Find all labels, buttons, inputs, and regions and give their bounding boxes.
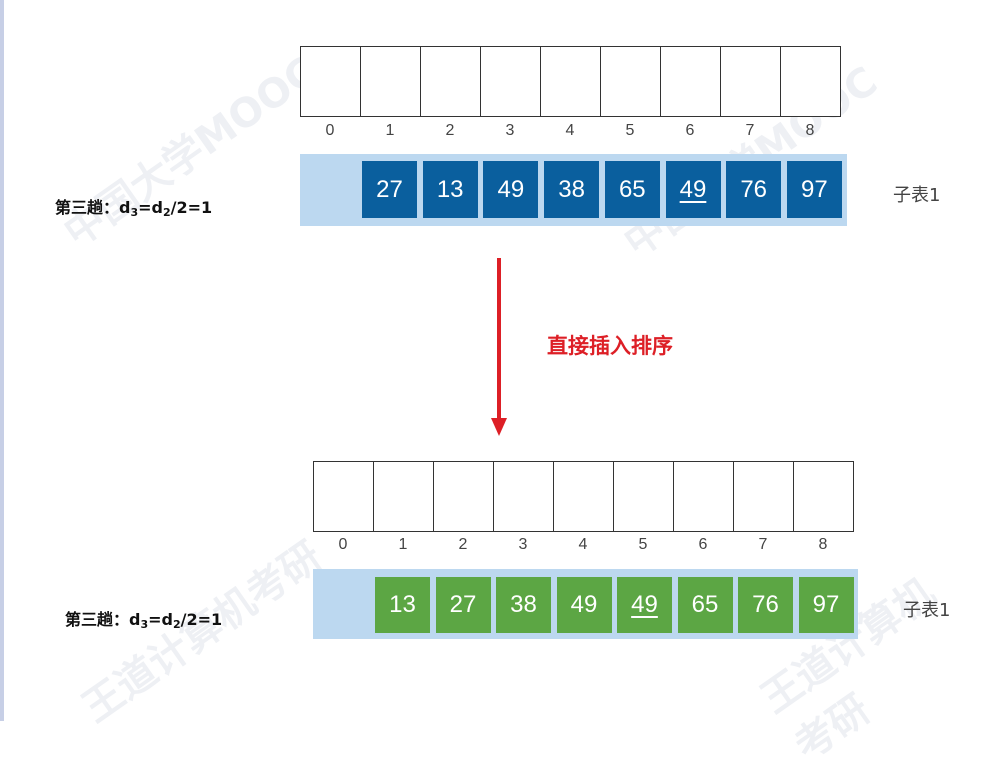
array-cell	[793, 461, 854, 532]
array-cell	[780, 46, 841, 117]
value-tile: 76	[726, 161, 782, 218]
down-arrow-line	[497, 258, 501, 423]
index-label: 2	[458, 536, 468, 553]
value-tile: 97	[798, 577, 854, 633]
top-pass-label: 第三趟：d3=d2/2=1	[55, 194, 212, 219]
d-symbol: d	[119, 198, 131, 217]
top-array-cells	[300, 46, 841, 117]
bottom-array-cells	[313, 461, 854, 532]
index-label: 3	[505, 122, 515, 139]
tile-value: 38	[510, 591, 537, 618]
index-label: 2	[445, 122, 455, 139]
subscript-3: 3	[140, 618, 149, 631]
tile-value: 65	[618, 175, 646, 203]
array-cell	[613, 461, 674, 532]
index-label: 4	[578, 536, 588, 553]
equals-d: =d	[148, 610, 173, 629]
tile-value: 27	[449, 591, 477, 618]
tile-value: 13	[436, 175, 464, 203]
subscript-3: 3	[130, 206, 139, 219]
bottom-index-row: 0 1 2 3 4 5 6 7 8	[313, 536, 853, 554]
tile-value: 27	[376, 175, 403, 203]
tile-value: 38	[558, 175, 585, 203]
tile-value: 97	[812, 591, 840, 618]
index-label: 6	[685, 122, 695, 139]
value-tile: 65	[604, 161, 660, 218]
array-cell	[540, 46, 601, 117]
index-label: 4	[565, 122, 575, 139]
index-label: 8	[818, 536, 828, 553]
array-cell	[553, 461, 614, 532]
value-tile: 49	[617, 577, 672, 633]
index-label: 5	[625, 122, 635, 139]
index-label: 0	[325, 122, 335, 139]
pass-title: 第三趟：	[65, 610, 130, 629]
operation-label: 直接插入排序	[547, 334, 673, 358]
index-label: 7	[758, 536, 768, 553]
value-tile: 27	[435, 577, 491, 633]
array-cell	[480, 46, 541, 117]
value-tile: 49	[665, 161, 721, 218]
value-tile: 38	[544, 161, 600, 218]
top-sublist-label: 子表1	[893, 185, 941, 206]
array-cell	[600, 46, 661, 117]
value-tile: 27	[362, 161, 417, 218]
bottom-pass-label: 第三趟：d3=d2/2=1	[65, 606, 222, 631]
array-cell	[493, 461, 554, 532]
index-label: 1	[398, 536, 408, 553]
down-arrow-head-icon	[491, 418, 507, 436]
tile-value: 97	[801, 175, 828, 203]
index-label: 6	[698, 536, 708, 553]
value-tile: 65	[677, 577, 733, 633]
tile-value: 49	[679, 175, 707, 203]
value-tile: 13	[375, 577, 430, 633]
index-label: 8	[805, 122, 815, 139]
array-cell	[360, 46, 421, 117]
watermark: 中国大学MOOC	[55, 48, 326, 257]
tile-value: 65	[691, 591, 719, 618]
equals-d: =d	[138, 198, 163, 217]
array-cell	[733, 461, 794, 532]
value-tile: 49	[483, 161, 539, 218]
array-cell	[660, 46, 721, 117]
top-index-row: 0 1 2 3 4 5 6 7 8	[300, 122, 840, 140]
index-label: 3	[518, 536, 528, 553]
tile-value: 49	[497, 175, 525, 203]
formula-tail: /2=1	[170, 198, 213, 217]
tile-value: 76	[752, 591, 779, 618]
value-tile: 13	[422, 161, 478, 218]
value-tile: 76	[738, 577, 793, 633]
tile-value: 49	[631, 591, 658, 618]
value-tile: 49	[556, 577, 612, 633]
tile-value: 49	[570, 591, 598, 618]
subscript-2: 2	[162, 206, 171, 219]
array-cell	[673, 461, 734, 532]
left-edge-bar	[0, 0, 4, 721]
array-cell	[720, 46, 781, 117]
value-tile: 97	[786, 161, 842, 218]
formula-tail: /2=1	[180, 610, 223, 629]
pass-title: 第三趟：	[55, 198, 120, 217]
value-tile: 38	[496, 577, 551, 633]
array-cell	[420, 46, 481, 117]
index-label: 5	[638, 536, 648, 553]
d-symbol: d	[129, 610, 141, 629]
array-cell	[300, 46, 361, 117]
array-cell	[313, 461, 374, 532]
bottom-sublist-label: 子表1	[903, 600, 951, 621]
tile-value: 13	[389, 591, 416, 618]
array-cell	[433, 461, 494, 532]
index-label: 7	[745, 122, 755, 139]
index-label: 1	[385, 122, 395, 139]
subscript-2: 2	[172, 618, 181, 631]
array-cell	[373, 461, 434, 532]
index-label: 0	[338, 536, 348, 553]
tile-value: 76	[740, 175, 768, 203]
